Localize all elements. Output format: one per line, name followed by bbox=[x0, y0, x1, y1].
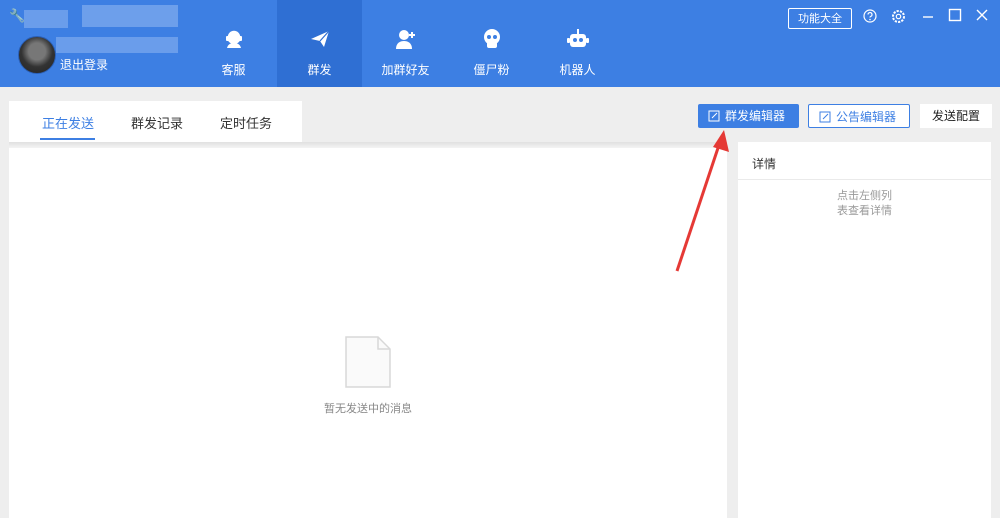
button-label: 公告编辑器 bbox=[836, 110, 897, 124]
nav-tab-mass-send[interactable]: 群发 bbox=[277, 0, 362, 87]
nav-tab-customer-service[interactable]: 客服 bbox=[191, 0, 276, 87]
sub-tab-bar: 正在发送 群发记录 定时任务 bbox=[9, 101, 302, 142]
details-title: 详情 bbox=[752, 157, 777, 171]
sending-list-panel: 暂无发送中的消息 bbox=[9, 148, 727, 518]
nav-tab-add-group-friends[interactable]: 加群好友 bbox=[363, 0, 448, 87]
tab-send-history[interactable]: 群发记录 bbox=[131, 113, 183, 132]
notice-editor-button[interactable]: 公告编辑器 bbox=[808, 104, 910, 128]
details-panel: 详情 点击左侧列 表查看详情 bbox=[738, 142, 991, 518]
edit-icon bbox=[819, 111, 831, 123]
wrench-icon[interactable]: 🔧 bbox=[9, 9, 25, 24]
nav-tab-zombie-fans[interactable]: 僵尸粉 bbox=[449, 0, 534, 87]
mass-send-editor-button[interactable]: 群发编辑器 bbox=[698, 104, 799, 128]
minimize-icon[interactable] bbox=[921, 9, 935, 23]
nav-label: 客服 bbox=[221, 63, 246, 77]
paper-plane-icon bbox=[310, 30, 329, 47]
nav-label: 机器人 bbox=[559, 63, 596, 77]
add-user-icon bbox=[395, 30, 415, 49]
details-hint-line: 表查看详情 bbox=[837, 204, 892, 217]
edit-icon bbox=[708, 110, 720, 122]
close-icon[interactable] bbox=[975, 8, 989, 22]
maximize-icon[interactable] bbox=[948, 8, 962, 22]
details-hint: 点击左侧列 表查看详情 bbox=[738, 188, 991, 218]
blurred-account bbox=[82, 5, 178, 27]
button-label: 群发编辑器 bbox=[725, 109, 786, 123]
send-config-button[interactable]: 发送配置 bbox=[920, 104, 992, 128]
empty-file-icon bbox=[345, 336, 391, 388]
blurred-id bbox=[56, 37, 178, 53]
top-bar: 🔧 退出登录 客服 群发 加群好友 僵尸粉 机器人 功能大全 bbox=[0, 0, 1000, 87]
nav-label: 群发 bbox=[307, 63, 332, 77]
robot-icon bbox=[566, 29, 589, 47]
blurred-username bbox=[24, 10, 68, 28]
function-list-button[interactable]: 功能大全 bbox=[788, 8, 852, 29]
nav-label: 加群好友 bbox=[381, 63, 430, 77]
settings-gear-icon[interactable] bbox=[891, 9, 906, 24]
avatar[interactable] bbox=[18, 36, 56, 74]
nav-label: 僵尸粉 bbox=[473, 63, 510, 77]
active-tab-underline bbox=[40, 138, 95, 140]
help-icon[interactable] bbox=[863, 9, 877, 23]
headset-icon bbox=[225, 29, 242, 48]
details-hint-line: 点击左侧列 bbox=[837, 189, 892, 202]
empty-state-text: 暂无发送中的消息 bbox=[324, 402, 412, 415]
nav-tab-robot[interactable]: 机器人 bbox=[535, 0, 620, 87]
skull-icon bbox=[483, 29, 500, 48]
tab-scheduled-tasks[interactable]: 定时任务 bbox=[220, 113, 272, 132]
logout-link[interactable]: 退出登录 bbox=[60, 56, 108, 73]
tab-sending[interactable]: 正在发送 bbox=[42, 113, 94, 132]
divider bbox=[738, 179, 991, 180]
